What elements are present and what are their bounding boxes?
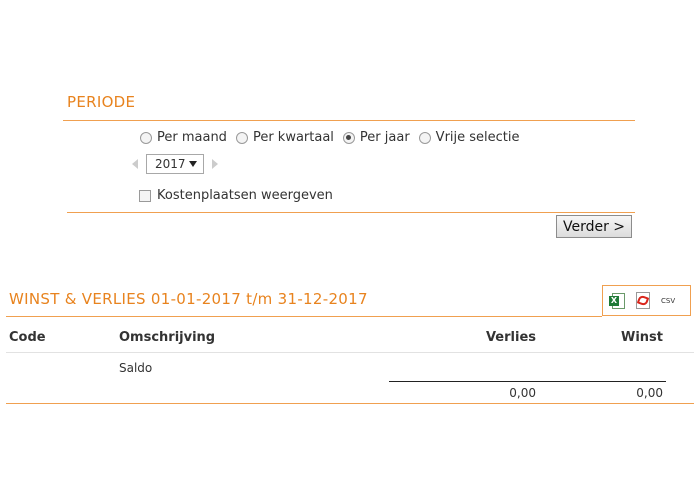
column-header-winst: Winst bbox=[620, 330, 663, 345]
csv-export-button[interactable]: CSV bbox=[661, 297, 675, 305]
report-title-divider bbox=[6, 316, 602, 317]
column-header-omschrijving: Omschrijving bbox=[119, 330, 216, 345]
radio-per-jaar[interactable]: Per jaar bbox=[342, 130, 410, 145]
periode-bottom-divider bbox=[67, 212, 635, 213]
verder-button[interactable]: Verder > bbox=[556, 215, 632, 238]
table-header-divider bbox=[6, 352, 694, 353]
year-select[interactable]: 2017 bbox=[146, 154, 204, 174]
report-title: WINST & VERLIES 01-01-2017 t/m 31-12-201… bbox=[9, 290, 368, 308]
radio-label: Per kwartaal bbox=[252, 130, 334, 145]
radio-circle[interactable] bbox=[235, 131, 248, 144]
radio-vrije-selectie[interactable]: Vrije selectie bbox=[418, 130, 520, 145]
periode-heading: PERIODE bbox=[67, 93, 136, 111]
export-toolbar: X CSV bbox=[602, 285, 691, 316]
radio-label: Per jaar bbox=[359, 130, 410, 145]
previous-year-icon[interactable] bbox=[132, 159, 138, 169]
total-verlies: 0,00 bbox=[509, 386, 536, 400]
next-year-icon[interactable] bbox=[212, 159, 218, 169]
column-header-verlies: Verlies bbox=[485, 330, 536, 345]
total-line bbox=[389, 381, 666, 382]
excel-icon[interactable]: X bbox=[609, 292, 625, 309]
year-value: 2017 bbox=[155, 157, 186, 171]
total-winst: 0,00 bbox=[636, 386, 663, 400]
kostenplaatsen-label: Kostenplaatsen weergeven bbox=[157, 188, 333, 203]
radio-circle[interactable] bbox=[140, 131, 152, 144]
table-row-saldo: Saldo bbox=[119, 361, 153, 375]
report-bottom-divider bbox=[6, 403, 694, 404]
kostenplaatsen-checkbox[interactable] bbox=[139, 189, 151, 202]
kostenplaatsen-option[interactable]: Kostenplaatsen weergeven bbox=[139, 188, 333, 203]
radio-circle-selected[interactable] bbox=[342, 131, 355, 144]
period-radio-group: Per maand Per kwartaal Per jaar Vrije se… bbox=[140, 130, 529, 145]
radio-per-kwartaal[interactable]: Per kwartaal bbox=[235, 130, 334, 145]
column-header-code: Code bbox=[9, 330, 46, 345]
chevron-down-icon bbox=[189, 161, 197, 167]
periode-divider bbox=[63, 120, 635, 121]
radio-circle[interactable] bbox=[418, 131, 431, 144]
pdf-icon[interactable] bbox=[635, 292, 651, 309]
radio-per-maand[interactable]: Per maand bbox=[140, 130, 227, 145]
year-picker: 2017 bbox=[132, 154, 218, 174]
radio-label: Vrije selectie bbox=[435, 130, 520, 145]
radio-label: Per maand bbox=[157, 130, 227, 145]
